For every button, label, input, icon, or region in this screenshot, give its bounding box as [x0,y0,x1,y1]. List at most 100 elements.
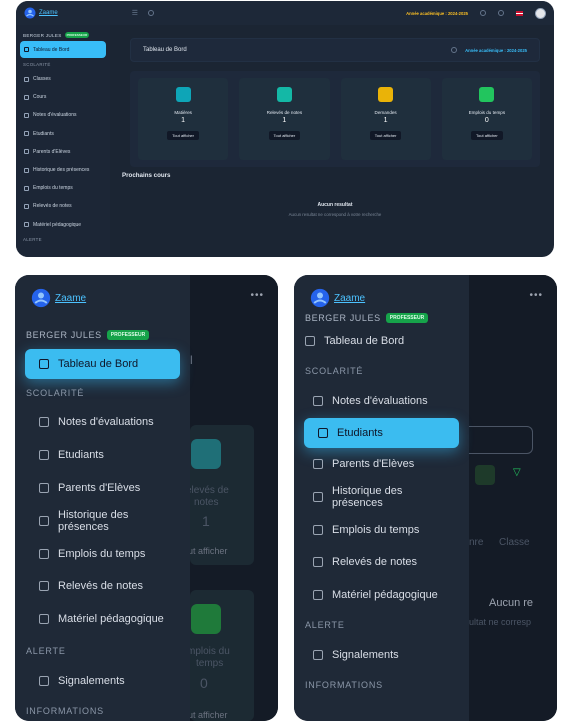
theme-toggle-icon[interactable] [480,10,486,16]
section-label-scolarite: SCOLARITÉ [305,366,364,377]
background-content: ▽ nre Classe Aucun re ultat ne corresp [469,275,557,721]
menu-icon[interactable]: ☰ [132,9,138,17]
card-label: Matières [174,110,192,115]
attendance-icon [39,515,49,526]
sidebar-item-etudiants[interactable]: Etudiants [20,125,106,143]
ghost-col: Classe [499,537,530,548]
upcoming-title: Prochains cours [122,172,171,179]
book-icon [175,87,191,102]
card-label: Relevés de notes [266,110,303,115]
nav-item-emplois[interactable]: Emplois du temps [294,513,469,546]
show-all-button[interactable]: Tout afficher [268,131,301,140]
nav-item-materiel[interactable]: Matériel pédagogique [294,579,469,612]
card-label: Demandes [374,110,397,115]
header-academic-year: Année académique : 2024-2025 [465,47,527,53]
bell-icon[interactable] [498,10,504,16]
logo-icon [310,288,330,308]
nav-item-presences[interactable]: Historique des présences [294,480,469,513]
academic-year: Année académique : 2024-2025 [406,10,468,16]
more-icon[interactable]: ••• [529,290,543,301]
ghost-search-button [475,465,495,485]
nav-item-notes[interactable]: Notes d'évaluations [15,406,190,439]
ghost-empty-title: Aucun re [489,597,534,609]
report-icon [24,203,29,209]
sidebar-item-classes[interactable]: Classes [20,70,106,88]
nav-drawer: Zaame BERGER JULES PROFESSEUR Tableau de… [294,275,469,721]
ghost-search-field [469,426,533,454]
ghost-title: l [190,353,193,367]
nav-item-etudiants[interactable]: Etudiants [15,439,190,472]
sidebar-item-dashboard[interactable]: Tableau de Bord [20,41,106,58]
section-label-alerte: ALERTE [26,646,66,657]
flag-icon[interactable] [516,10,523,16]
card-releves: Relevés de notes 1 Tout afficher [239,78,330,160]
nav-item-signalements[interactable]: Signalements [15,665,190,698]
avatar[interactable] [535,7,546,19]
user-info: BERGER JULES PROFESSEUR [294,311,469,325]
logo-text[interactable]: Zaame [55,293,86,304]
parents-icon [24,149,29,155]
card-value: 1 [282,117,287,124]
sidebar-item-materiel[interactable]: Matériel pédagogique [20,216,106,234]
user-name: BERGER JULES [23,32,62,38]
bell-icon [39,675,49,686]
attendance-icon [313,491,323,502]
material-icon [24,222,29,228]
user-name: BERGER JULES [305,313,381,323]
user-name: BERGER JULES [26,330,102,340]
material-icon [39,614,49,625]
page-header: Tableau de Bord Année académique : 2024-… [130,38,540,62]
sidebar-item-releves[interactable]: Relevés de notes [20,197,106,215]
search-icon[interactable] [147,10,154,16]
nav-item-emplois[interactable]: Emplois du temps [15,537,190,570]
stats-cards: Matières 1 Tout afficher Relevés de note… [130,71,540,167]
card-value: 1 [383,117,388,124]
empty-title: Aucun resultat [317,202,353,208]
nav-item-notes[interactable]: Notes d'évaluations [294,385,469,418]
app-logo[interactable]: Zaame [24,7,58,19]
nav-item-parents[interactable]: Parents d'Elèves [15,472,190,505]
sidebar-item-emplois[interactable]: Emplois du temps [20,179,106,197]
report-icon [313,557,323,568]
students-icon [318,427,328,438]
ghost-label: mplois du [187,646,230,657]
ghost-label: notes [194,497,219,508]
ghost-filter-icon: ▽ [513,467,521,478]
logo-text[interactable]: Zaame [334,293,365,304]
nav-item-releves[interactable]: Relevés de notes [15,570,190,603]
page-title: Tableau de Bord [143,47,187,53]
show-all-button[interactable]: Tout afficher [167,131,199,140]
attendance-icon [24,167,29,173]
card-emplois: Emplois du temps 0 Tout afficher [441,78,532,160]
sidebar-item-cours[interactable]: Cours [20,88,106,106]
grade-icon [24,112,29,118]
nav-item-releves[interactable]: Relevés de notes [294,546,469,579]
card-matieres: Matières 1 Tout afficher [138,78,229,160]
card-label: Emplois du temps [468,110,506,115]
sidebar-item-parents[interactable]: Parents d'Elèves [20,143,106,161]
sidebar-item-notes[interactable]: Notes d'évaluations [20,106,106,124]
request-icon [378,87,394,102]
nav-item-materiel[interactable]: Matériel pédagogique [15,603,190,636]
mobile-screen-etudiants: ▽ nre Classe Aucun re ultat ne corresp •… [294,275,557,721]
bell-icon [313,649,323,660]
card-value: 0 [484,117,489,124]
nav-item-dashboard[interactable]: Tableau de Bord [294,325,469,358]
show-all-button[interactable]: Tout afficher [369,131,402,140]
book-icon [24,94,29,100]
ghost-report-icon [191,439,221,469]
more-icon[interactable]: ••• [250,290,264,301]
nav-item-signalements[interactable]: Signalements [294,639,469,672]
logo-icon [31,288,51,308]
home-icon [24,76,29,82]
nav-item-parents[interactable]: Parents d'Elèves [294,448,469,481]
ghost-label: temps [196,658,224,669]
grade-icon [313,396,323,407]
sidebar-item-presences[interactable]: Historique des présences [20,161,106,179]
show-all-button[interactable]: Tout afficher [471,131,503,140]
nav-item-presences[interactable]: Historique des présences [15,504,190,537]
nav-item-etudiants[interactable]: Etudiants [304,417,459,448]
report-icon [39,581,49,592]
grade-icon [39,417,49,428]
nav-item-dashboard[interactable]: Tableau de Bord [25,349,180,379]
